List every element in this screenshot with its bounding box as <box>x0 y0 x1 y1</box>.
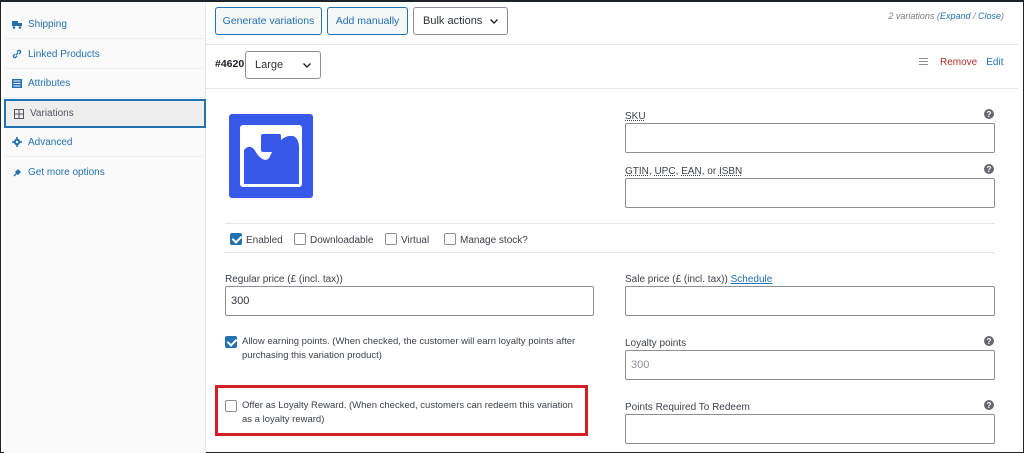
variation-count: 2 variations (Expand / Close) <box>888 11 1004 21</box>
sale-price-label-text: Sale price (£ (incl. tax)) <box>625 274 728 285</box>
expand-link[interactable]: Expand <box>940 11 971 21</box>
list-icon <box>12 78 22 88</box>
sidebar-item-label: Get more options <box>28 167 105 178</box>
sale-price-label: Sale price (£ (incl. tax)) Schedule <box>625 274 772 285</box>
help-icon[interactable]: ? <box>984 400 994 410</box>
virtual-label: Virtual <box>401 235 430 246</box>
manage-stock-checkbox[interactable] <box>444 233 456 245</box>
help-icon[interactable]: ? <box>984 109 994 119</box>
loyalty-points-input[interactable]: 300 <box>625 350 995 380</box>
points-required-input[interactable] <box>625 414 995 444</box>
enabled-checkbox[interactable] <box>230 233 242 245</box>
bulk-actions-value: Bulk actions <box>423 15 483 27</box>
regular-price-label: Regular price (£ (incl. tax)) <box>225 274 343 285</box>
ean-abbr: EAN <box>681 166 702 177</box>
allow-earning-points-label: Allow earning points. (When checked, the… <box>242 336 576 361</box>
variation-count-end: ) <box>1001 11 1004 21</box>
variation-attribute-select[interactable]: Large <box>245 51 321 79</box>
product-data-tabs: Shipping Linked Products Attributes Vari… <box>4 2 206 453</box>
close-link[interactable]: Close <box>978 11 1001 21</box>
variation-image-upload[interactable] <box>229 114 313 198</box>
virtual-checkbox[interactable] <box>385 233 397 245</box>
sidebar-item-shipping[interactable]: Shipping <box>4 10 206 39</box>
sidebar-item-linked-products[interactable]: Linked Products <box>4 40 206 69</box>
gtin-sep-3: , or <box>701 166 719 177</box>
help-icon[interactable]: ? <box>984 164 994 174</box>
sidebar-item-label: Attributes <box>28 77 71 89</box>
sidebar-item-label: Shipping <box>28 18 67 30</box>
offer-loyalty-reward-label: Offer as Loyalty Reward. (When checked, … <box>242 400 573 425</box>
grid-icon <box>14 108 24 119</box>
variation-count-text: 2 variations ( <box>888 11 940 21</box>
divider <box>206 88 1018 89</box>
sidebar-item-variations[interactable]: Variations <box>4 99 206 128</box>
variation-id: #4620 <box>215 58 245 70</box>
downloadable-checkbox[interactable] <box>294 233 306 245</box>
divider <box>225 252 995 253</box>
truck-icon <box>12 19 22 29</box>
add-manually-button[interactable]: Add manually <box>327 7 408 35</box>
allow-earning-points-checkbox[interactable] <box>225 336 237 348</box>
upc-abbr: UPC <box>654 166 676 177</box>
offer-loyalty-reward-checkbox[interactable] <box>225 400 237 412</box>
plug-icon <box>12 168 22 178</box>
divider <box>206 44 1018 45</box>
drag-handle-icon[interactable] <box>919 57 928 68</box>
variation-header-actions: Remove Edit <box>919 57 1003 68</box>
enabled-label: Enabled <box>246 235 283 246</box>
divider <box>225 223 995 224</box>
image-placeholder-icon <box>240 125 302 187</box>
schedule-link[interactable]: Schedule <box>731 274 773 285</box>
gtin-label: GTIN, UPC, EAN, or ISBN <box>625 166 742 177</box>
points-required-label: Points Required To Redeem <box>625 402 750 413</box>
sidebar-item-label: Variations <box>30 108 74 119</box>
sidebar-item-attributes[interactable]: Attributes <box>4 69 206 98</box>
sku-label-text: SKU <box>625 111 646 122</box>
sale-price-input[interactable] <box>625 286 995 316</box>
manage-stock-label: Manage stock? <box>460 235 528 246</box>
gear-icon <box>12 137 22 147</box>
generate-variations-button[interactable]: Generate variations <box>215 7 322 35</box>
isbn-abbr: ISBN <box>718 166 743 177</box>
gtin-input[interactable] <box>625 178 995 208</box>
chevron-down-icon <box>302 60 312 73</box>
loyalty-points-label: Loyalty points <box>625 338 687 349</box>
sku-input[interactable] <box>625 123 995 153</box>
variation-attribute-value: Large <box>255 59 284 71</box>
sidebar-item-advanced[interactable]: Advanced <box>4 128 206 157</box>
sidebar-item-label: Linked Products <box>28 48 100 60</box>
gtin-abbr: GTIN <box>625 166 649 177</box>
expand-close-divider: / <box>970 11 978 21</box>
link-icon <box>12 49 22 59</box>
sidebar-item-label: Advanced <box>28 136 73 148</box>
sku-label: SKU <box>625 111 646 122</box>
downloadable-label: Downloadable <box>310 235 374 246</box>
chevron-down-icon <box>489 16 499 29</box>
variations-panel: Generate variations Add manually Bulk ac… <box>206 2 1018 453</box>
bulk-actions-select[interactable]: Bulk actions <box>413 7 508 35</box>
remove-variation-link[interactable]: Remove <box>940 57 977 68</box>
sidebar-item-get-more-options[interactable]: Get more options <box>4 158 206 187</box>
help-icon[interactable]: ? <box>984 336 994 346</box>
regular-price-input[interactable]: 300 <box>225 286 594 316</box>
edit-variation-link[interactable]: Edit <box>986 57 1003 68</box>
